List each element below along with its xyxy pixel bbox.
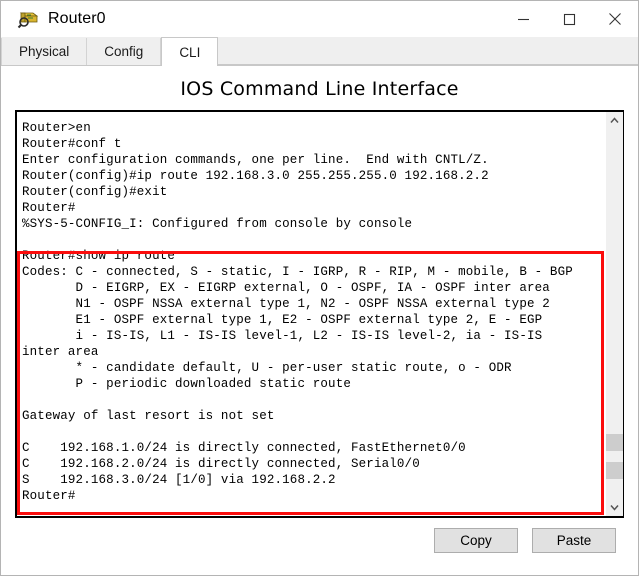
cli-line: i - IS-IS, L1 - IS-IS level-1, L2 - IS-I… [22,329,543,343]
close-icon[interactable] [592,1,638,37]
cli-line: Router#show ip route [22,249,176,263]
chevron-up-icon[interactable] [605,112,623,129]
terminal-actions: Copy Paste [1,518,638,553]
cli-line: Router>en [22,121,91,135]
cli-line: Gateway of last resort is not set [22,409,275,423]
router-device-icon [17,9,39,29]
scrollbar-track[interactable] [605,129,623,499]
cli-line: S 192.168.3.0/24 [1/0] via 192.168.2.2 [22,473,336,487]
cli-line: Enter configuration commands, one per li… [22,153,489,167]
maximize-icon[interactable] [546,1,592,37]
cli-line: * - candidate default, U - per-user stat… [22,361,512,375]
tab-config[interactable]: Config [87,38,162,65]
cli-line: Router# [22,489,76,503]
cli-line: C 192.168.1.0/24 is directly connected, … [22,441,466,455]
cli-line: Router(config)#exit [22,185,168,199]
minimize-icon[interactable] [500,1,546,37]
cli-scrollbar[interactable] [605,112,623,516]
cli-line: inter area [22,345,99,359]
title-bar: Router0 [1,1,638,37]
scrollbar-thumb[interactable] [605,434,623,479]
cli-line: Codes: C - connected, S - static, I - IG… [22,265,573,279]
title-bar-left: Router0 [1,9,106,29]
page-title: IOS Command Line Interface [180,78,459,100]
cli-line [22,424,605,440]
cli-line: N1 - OSPF NSSA external type 1, N2 - OSP… [22,297,550,311]
chevron-down-icon[interactable] [605,499,623,516]
cli-text-lines: Router>en Router#conf t Enter configuratio… [22,120,605,504]
cli-terminal-panel: Router>en Router#conf t Enter configuratio… [15,110,624,518]
window-controls [500,1,638,37]
cli-line [22,392,605,408]
cli-line: Router# [22,201,76,215]
cli-line: E1 - OSPF external type 1, E2 - OSPF ext… [22,313,543,327]
paste-button[interactable]: Paste [532,528,616,553]
cli-line: P - periodic downloaded static route [22,377,352,391]
cli-line: Router#conf t [22,137,122,151]
tab-physical[interactable]: Physical [1,38,88,65]
cli-line: D - EIGRP, EX - EIGRP external, O - OSPF… [22,281,550,295]
tab-bar: Physical Config CLI [1,37,638,66]
cli-line: %SYS-5-CONFIG_I: Configured from console… [22,217,413,231]
cli-output-area[interactable]: Router>en Router#conf t Enter configuratio… [17,112,605,516]
window-title: Router0 [48,10,106,27]
cli-line: Router(config)#ip route 192.168.3.0 255.… [22,169,489,183]
cli-line: C 192.168.2.0/24 is directly connected, … [22,457,420,471]
router-cli-window: Router0 Physical Config CLI IOS Command … [0,0,639,576]
copy-button[interactable]: Copy [434,528,518,553]
tab-cli[interactable]: CLI [161,37,219,66]
cli-line [22,232,605,248]
